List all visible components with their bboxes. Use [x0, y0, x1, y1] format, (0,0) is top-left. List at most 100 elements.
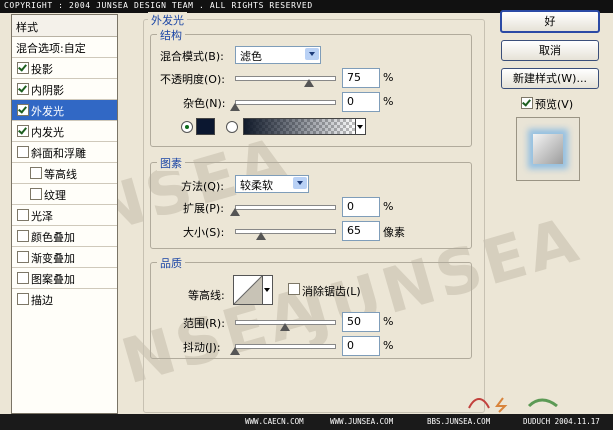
- glow-color-swatch[interactable]: [196, 118, 215, 135]
- new-style-button[interactable]: 新建样式(W)...: [501, 68, 599, 89]
- size-value: 65: [347, 224, 361, 237]
- style-item-label: 图案叠加: [31, 273, 75, 286]
- blend-options-item[interactable]: 混合选项:自定: [12, 37, 117, 58]
- cancel-button[interactable]: 取消: [501, 40, 599, 61]
- spread-slider-thumb[interactable]: [230, 208, 240, 216]
- method-label: 方法(Q):: [181, 180, 224, 193]
- opacity-slider-track[interactable]: [235, 76, 336, 81]
- style-item-label: 颜色叠加: [31, 231, 75, 244]
- color-radio[interactable]: [181, 121, 193, 133]
- jitter-unit: %: [383, 339, 394, 352]
- outer-glow-checkbox[interactable]: [17, 104, 29, 116]
- noise-unit: %: [383, 95, 394, 108]
- chevron-down-icon: [264, 288, 270, 292]
- ok-button[interactable]: 好: [500, 10, 600, 33]
- chevron-down-icon: [293, 177, 307, 189]
- contour-preview[interactable]: [233, 275, 263, 305]
- blend-mode-select[interactable]: 滤色: [235, 46, 321, 64]
- style-item-texture[interactable]: 纹理: [12, 184, 117, 205]
- method-select[interactable]: 较柔软: [235, 175, 309, 193]
- color-overlay-checkbox[interactable]: [17, 230, 29, 242]
- noise-slider-track[interactable]: [235, 100, 336, 105]
- opacity-unit: %: [383, 71, 394, 84]
- copyright-text: COPYRIGHT : 2004 JUNSEA DESIGN TEAM . AL…: [4, 1, 313, 10]
- blend-mode-label: 混合模式(B):: [160, 50, 224, 63]
- stroke-checkbox[interactable]: [17, 293, 29, 305]
- footer-link[interactable]: WWW.CAECN.COM: [245, 417, 304, 426]
- jitter-slider-thumb[interactable]: [230, 347, 240, 355]
- footer-credit: DUDUCH 2004.11.17: [523, 417, 600, 426]
- antialias-checkbox[interactable]: [288, 283, 300, 295]
- style-item-gradient-overlay[interactable]: 渐变叠加: [12, 247, 117, 268]
- style-item-label: 渐变叠加: [31, 252, 75, 265]
- preview-checkbox[interactable]: [521, 97, 533, 109]
- size-label: 大小(S):: [183, 226, 225, 239]
- gradient-radio[interactable]: [226, 121, 238, 133]
- spread-unit: %: [383, 200, 394, 213]
- style-item-label: 斜面和浮雕: [31, 147, 86, 160]
- noise-slider-thumb[interactable]: [230, 103, 240, 111]
- footer-link[interactable]: BBS.JUNSEA.COM: [427, 417, 490, 426]
- styles-list-header[interactable]: 样式: [12, 15, 117, 37]
- style-item-inner-glow[interactable]: 内发光: [12, 121, 117, 142]
- style-item-satin[interactable]: 光泽: [12, 205, 117, 226]
- style-item-outer-glow[interactable]: 外发光: [12, 100, 117, 121]
- gradient-dropdown[interactable]: [355, 118, 366, 135]
- style-item-drop-shadow[interactable]: 投影: [12, 58, 117, 79]
- blend-mode-value: 滤色: [240, 50, 262, 63]
- antialias-label: 消除锯齿(L): [302, 285, 361, 298]
- jitter-slider-track[interactable]: [235, 344, 336, 349]
- spread-label: 扩展(P):: [183, 202, 224, 215]
- footer-link[interactable]: WWW.JUNSEA.COM: [330, 417, 393, 426]
- opacity-input[interactable]: 75: [342, 68, 380, 88]
- inner-glow-checkbox[interactable]: [17, 125, 29, 137]
- style-item-color-overlay[interactable]: 颜色叠加: [12, 226, 117, 247]
- style-item-stroke[interactable]: 描边: [12, 289, 117, 309]
- texture-checkbox[interactable]: [30, 188, 42, 200]
- style-item-contour[interactable]: 等高线: [12, 163, 117, 184]
- chevron-down-icon: [357, 125, 363, 129]
- contour-curve-icon: [234, 276, 262, 304]
- styles-title: 样式: [16, 21, 38, 34]
- junsea-logo-icon: [468, 397, 558, 413]
- style-item-label: 外发光: [31, 105, 64, 118]
- method-value: 较柔软: [240, 179, 273, 192]
- contour-dropdown[interactable]: [262, 275, 273, 305]
- contour-checkbox[interactable]: [30, 167, 42, 179]
- style-item-inner-shadow[interactable]: 内阴影: [12, 79, 117, 100]
- blend-options-label: 混合选项:自定: [16, 42, 86, 55]
- jitter-value: 0: [347, 339, 354, 352]
- jitter-label: 抖动(J):: [183, 341, 221, 354]
- spread-slider-track[interactable]: [235, 205, 336, 210]
- structure-title: 结构: [157, 27, 185, 43]
- satin-checkbox[interactable]: [17, 209, 29, 221]
- size-slider-thumb[interactable]: [256, 232, 266, 240]
- size-slider-track[interactable]: [235, 229, 336, 234]
- gradient-overlay-checkbox[interactable]: [17, 251, 29, 263]
- gradient-swatch[interactable]: [243, 118, 357, 135]
- range-unit: %: [383, 315, 394, 328]
- radio-dot: [185, 125, 189, 129]
- opacity-slider-thumb[interactable]: [304, 79, 314, 87]
- size-input[interactable]: 65: [342, 221, 380, 241]
- noise-label: 杂色(N):: [183, 97, 226, 110]
- noise-input[interactable]: 0: [342, 92, 380, 112]
- style-item-bevel-emboss[interactable]: 斜面和浮雕: [12, 142, 117, 163]
- jitter-input[interactable]: 0: [342, 336, 380, 356]
- spread-input[interactable]: 0: [342, 197, 380, 217]
- style-item-label: 纹理: [44, 189, 66, 202]
- preview-swatch: [533, 134, 563, 164]
- style-preview-box: [516, 117, 580, 181]
- range-slider-thumb[interactable]: [280, 323, 290, 331]
- contour-label: 等高线:: [188, 289, 225, 302]
- bevel-emboss-checkbox[interactable]: [17, 146, 29, 158]
- style-item-pattern-overlay[interactable]: 图案叠加: [12, 268, 117, 289]
- drop-shadow-checkbox[interactable]: [17, 62, 29, 74]
- style-item-label: 投影: [31, 63, 53, 76]
- range-input[interactable]: 50: [342, 312, 380, 332]
- inner-shadow-checkbox[interactable]: [17, 83, 29, 95]
- styles-list: 样式 混合选项:自定 投影 内阴影 外发光 内发光 斜面和浮雕 等高线 纹理 光…: [11, 14, 118, 414]
- pattern-overlay-checkbox[interactable]: [17, 272, 29, 284]
- size-unit: 像素: [383, 226, 405, 239]
- chevron-down-icon: [305, 48, 319, 60]
